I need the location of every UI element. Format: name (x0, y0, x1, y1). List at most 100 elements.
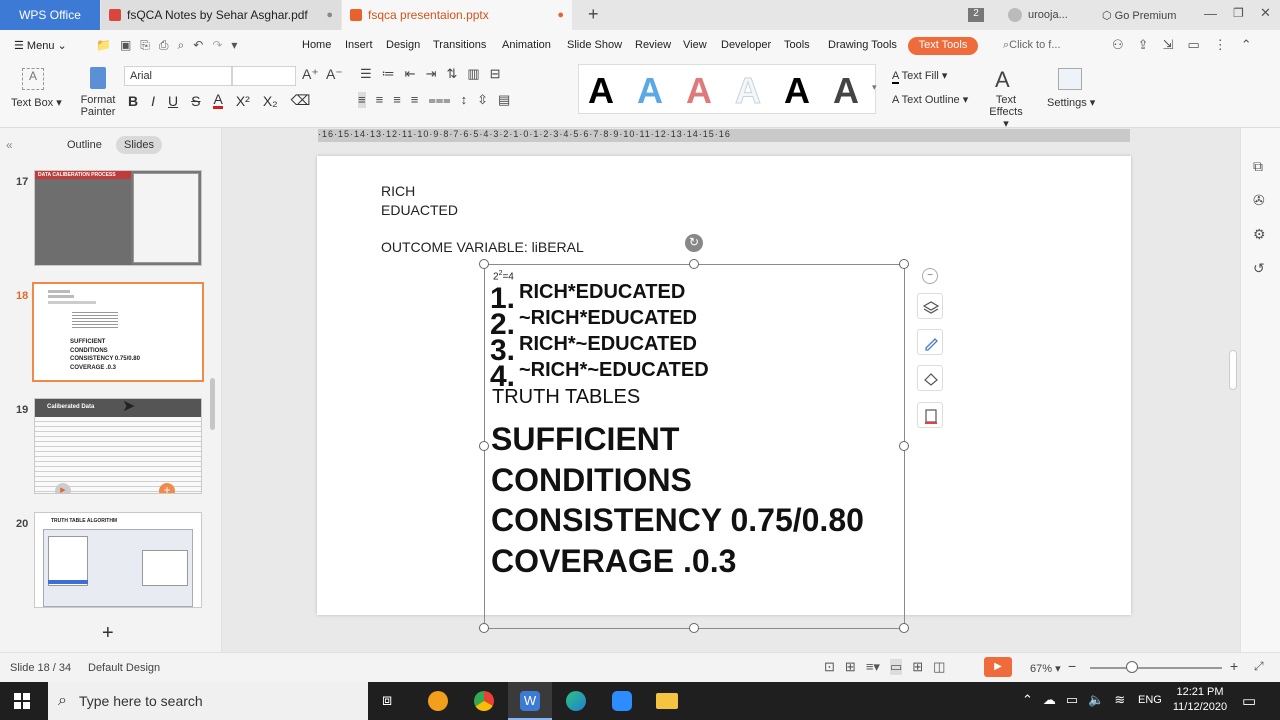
user-name[interactable]: urooja... (1028, 9, 1068, 21)
collapse-panel-icon[interactable]: « (6, 138, 13, 152)
resize-handle-se[interactable] (899, 623, 909, 633)
language-indicator[interactable]: ENG (1138, 694, 1162, 706)
settings-button[interactable]: Settings ▾ (1047, 96, 1095, 109)
clock[interactable]: 12:21 PM 11/12/2020 (1172, 685, 1228, 715)
resize-handle-e[interactable] (899, 441, 909, 451)
italic-icon[interactable]: I (151, 93, 155, 109)
text-style-1[interactable]: A (588, 70, 614, 112)
font-name-select[interactable]: Arial (124, 66, 232, 86)
slide-thumbnail-18-selected[interactable]: SUFFICIENT CONDITIONS CONSISTENCY 0.75/0.8… (32, 282, 204, 382)
increase-font-icon[interactable]: A⁺ (302, 66, 319, 83)
align-menu-icon[interactable]: ≡▾ (866, 659, 880, 675)
paragraph-spacing-icon[interactable]: ⇳ (477, 92, 488, 108)
zoom-level[interactable]: 67% ▾ (1030, 662, 1061, 675)
slide-layout-icon[interactable]: ⧉ (1253, 158, 1263, 175)
new-tab-button[interactable]: + (588, 4, 599, 25)
decrease-indent-icon[interactable]: ⇤ (405, 66, 416, 82)
menu-tools[interactable]: Tools (784, 39, 810, 51)
minimize-icon[interactable]: — (1204, 6, 1217, 21)
share-icon[interactable]: ⇪ (1138, 37, 1149, 53)
numbering-icon[interactable]: ≔ (382, 66, 395, 82)
menu-drawing-tools[interactable]: Drawing Tools (828, 39, 897, 51)
align-left-icon[interactable]: ≡ (358, 92, 366, 108)
text-fill-button[interactable]: A Text Fill ▾ (892, 69, 947, 84)
text-style-2[interactable]: A (637, 70, 663, 112)
onedrive-icon[interactable]: ☁ (1043, 692, 1056, 708)
menu-text-tools[interactable]: Text Tools (908, 37, 978, 55)
text-effects-icon[interactable]: A (995, 67, 1010, 93)
collapse-ribbon-icon[interactable]: ⌃ (1241, 37, 1252, 53)
vertical-scrollbar[interactable] (1229, 350, 1237, 390)
zoom-in-icon[interactable]: + (1230, 658, 1238, 674)
menu-button[interactable]: ☰ Menu ⌄ (14, 39, 67, 52)
resize-handle-w[interactable] (479, 441, 489, 451)
distribute-icon[interactable]: ⩶ (428, 92, 450, 108)
text-rich[interactable]: RICH (381, 183, 415, 199)
format-painter-button[interactable]: Format Painter (80, 94, 116, 118)
normal-view-icon[interactable]: ▭ (889, 659, 903, 675)
restore-icon[interactable]: ❐ (1233, 6, 1244, 20)
text-style-4[interactable]: A (735, 70, 762, 112)
panel-scrollbar[interactable] (210, 378, 215, 430)
export-icon[interactable]: ⇲ (1163, 37, 1174, 53)
bold-icon[interactable]: B (128, 93, 138, 109)
columns-icon[interactable]: ▥ (467, 66, 479, 82)
fit-window-icon[interactable]: ⤢ (1254, 659, 1264, 674)
reading-view-icon[interactable]: ◫ (933, 659, 945, 675)
more-options-icon[interactable]: ⋮ (1214, 37, 1227, 53)
go-premium-button[interactable]: ⬡ Go Premium (1102, 9, 1176, 22)
tab-modified-dot-icon[interactable]: ● (557, 9, 564, 21)
menu-slide-show[interactable]: Slide Show (567, 39, 622, 51)
resize-handle-sw[interactable] (479, 623, 489, 633)
text-box-button[interactable]: Text Box ▾ (11, 96, 62, 109)
text-style-3[interactable]: A (686, 70, 712, 112)
subscript-icon[interactable]: X₂ (263, 93, 278, 109)
menu-review[interactable]: Review (635, 39, 671, 51)
slide-thumbnail-20[interactable]: TRUTH TABLE ALGORITHM (34, 512, 202, 608)
text-box-icon[interactable]: A (22, 68, 44, 90)
text-style-6[interactable]: A (833, 70, 859, 112)
strikethrough-icon[interactable]: S (191, 93, 200, 109)
wifi-icon[interactable]: ≋ (1114, 692, 1125, 708)
clear-format-icon[interactable]: ⌫ (291, 92, 311, 109)
play-icon[interactable]: ▶ (55, 483, 71, 493)
app-icon-orange[interactable] (428, 691, 448, 711)
close-icon[interactable]: ✕ (1260, 5, 1271, 21)
redo-icon[interactable]: ↷ (212, 38, 222, 53)
design-name[interactable]: Default Design (88, 662, 160, 674)
zoom-out-icon[interactable]: − (1068, 658, 1076, 674)
zoom-slider[interactable] (1090, 667, 1222, 669)
bullets-icon[interactable]: ☰ (360, 66, 372, 82)
rotate-handle-icon[interactable]: ↻ (685, 234, 703, 252)
align-right-icon[interactable]: ≡ (393, 92, 401, 108)
tab-presentation[interactable]: fsqca presentaion.pptx ● (342, 0, 572, 30)
align-center-icon[interactable]: ≡ (376, 92, 384, 108)
taskbar-search[interactable]: ⌕ Type here to search (48, 682, 368, 720)
settings-icon[interactable] (1058, 68, 1082, 90)
collapse-tools-icon[interactable]: − (922, 268, 938, 284)
comment-icon[interactable]: ▭ (1187, 37, 1199, 53)
adjust-icon[interactable]: ⚙ (1253, 226, 1266, 243)
tab-outline[interactable]: Outline (67, 139, 102, 151)
menu-developer[interactable]: Developer (721, 39, 771, 51)
pen-icon[interactable] (917, 329, 943, 355)
open-folder-icon[interactable]: 📁 (96, 38, 111, 53)
file-explorer-icon[interactable] (656, 693, 678, 709)
decrease-font-icon[interactable]: A⁻ (326, 66, 343, 83)
tab-dot-icon[interactable]: ● (326, 9, 333, 21)
undo-icon[interactable]: ↶ (193, 38, 203, 53)
volume-icon[interactable]: 🔈 (1088, 692, 1104, 708)
collaborate-icon[interactable]: ⚇ (1112, 37, 1124, 53)
resize-handle-ne[interactable] (899, 259, 909, 269)
task-view-icon[interactable]: ⧈ (382, 692, 392, 710)
text-educated[interactable]: EDUACTED (381, 202, 458, 218)
wps-taskbar-button[interactable]: W (508, 682, 552, 720)
tab-slides[interactable]: Slides (116, 136, 162, 154)
tray-chevron-icon[interactable]: ⌃ (1022, 692, 1033, 708)
tab-wps-office[interactable]: WPS Office (0, 0, 100, 30)
superscript-icon[interactable]: X² (236, 93, 250, 109)
menu-animation[interactable]: Animation (502, 39, 551, 51)
resize-handle-s[interactable] (689, 623, 699, 633)
resize-handle-nw[interactable] (479, 259, 489, 269)
tab-pdf-document[interactable]: fsQCA Notes by Sehar Asghar.pdf ● (101, 0, 341, 30)
